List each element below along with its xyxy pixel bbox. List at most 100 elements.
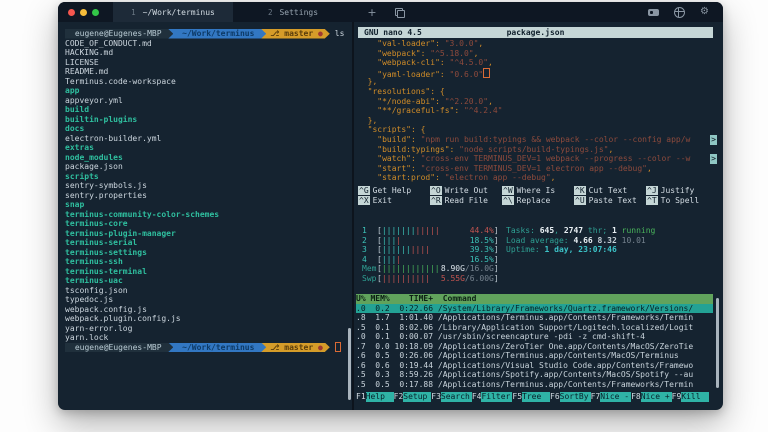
process-row[interactable]: .7 0.0 10:18.09 /Applications/ZeroTier O…: [356, 342, 713, 352]
nano-shortcut: ^GGet Help: [358, 186, 430, 196]
file-entry: terminus-serial: [65, 238, 352, 248]
terminal-split-view: eugene@Eugenes-MBP ~/Work/terminus ⎇ mas…: [58, 22, 723, 410]
tab-label: ~/Work/terminus: [143, 8, 215, 17]
file-entry: app: [65, 86, 352, 96]
gear-icon[interactable]: ⚙: [700, 7, 709, 17]
nano-shortcut: ^XExit: [358, 196, 430, 206]
nano-line: "build": "npm run build:typings && webpa…: [358, 135, 717, 145]
cpu-meter: 1 [||||||||||||44.4%]: [362, 226, 499, 236]
file-entry: terminus-terminal: [65, 267, 352, 277]
right-pane-scrollbar[interactable]: [716, 298, 719, 388]
duplicate-tab-icon[interactable]: [395, 8, 403, 16]
nano-line: "*/node-abi": "^2.20.0",: [358, 97, 717, 107]
file-entry: appveyor.yml: [65, 96, 352, 106]
minimize-button[interactable]: [80, 9, 87, 16]
keyboard-icon[interactable]: [648, 9, 659, 16]
fkey-nice-[interactable]: F7Nice -: [591, 392, 632, 402]
process-row[interactable]: .5 0.1 8:02.06 /Library/Application Supp…: [356, 323, 713, 333]
file-entry: yarn.lock: [65, 333, 352, 343]
file-entry: package.json: [65, 162, 352, 172]
process-table-header[interactable]: U% MEM% TIME+ Command: [356, 294, 713, 304]
swp-meter: Swp[||||||||||5.55G/6.00G]: [362, 274, 499, 284]
terminus-window: 1 ~/Work/terminus 2 Settings + ⚙ eugene@…: [58, 2, 723, 410]
fkey-filter[interactable]: F4Filter: [472, 392, 513, 402]
file-entry: yarn-error.log: [65, 324, 352, 334]
left-terminal-pane[interactable]: eugene@Eugenes-MBP ~/Work/terminus ⎇ mas…: [58, 22, 352, 410]
cpu-meter: 3 [||||||||||39.3%]: [362, 245, 499, 255]
file-entry: webpack.plugin.config.js: [65, 314, 352, 324]
prompt-user-segment: eugene@Eugenes-MBP: [65, 29, 173, 39]
fkey-nice-[interactable]: F8Nice +: [631, 392, 672, 402]
left-terminal-output: eugene@Eugenes-MBP ~/Work/terminus ⎇ mas…: [65, 29, 352, 352]
htop-summary-line: Uptime: 1 day, 23:07:46: [506, 245, 655, 255]
process-row[interactable]: .0 0.1 0:00.07 /usr/sbin/screencapture -…: [356, 332, 713, 342]
file-entry: CODE_OF_CONDUCT.md: [65, 39, 352, 49]
tab-label: Settings: [279, 8, 318, 17]
nano-shortcut: ^\Replace: [502, 196, 574, 206]
file-entry: snap: [65, 200, 352, 210]
nano-shortcut: ^OWrite Out: [430, 186, 502, 196]
tab-settings[interactable]: 2 Settings: [233, 2, 353, 22]
htop-process-table: U% MEM% TIME+ Command.0 0.2 0:22.66 /Sys…: [356, 294, 713, 389]
left-pane-scrollbar[interactable]: [348, 328, 351, 400]
file-entry: terminus-uac: [65, 276, 352, 286]
globe-icon[interactable]: [674, 7, 685, 18]
cpu-meter: 2 [||||18.5%]: [362, 236, 499, 246]
fkey-kill[interactable]: F9Kill: [672, 392, 710, 402]
process-row[interactable]: .8 1.7 1:01.40 /Applications/Terminus.ap…: [356, 313, 713, 323]
nano-shortcut: ^UPaste Text: [574, 196, 646, 206]
process-row-selected[interactable]: .0 0.2 0:22.66 /System/Library/Framework…: [356, 304, 713, 314]
nano-line: },: [358, 77, 717, 87]
text-cursor: [335, 342, 342, 352]
nano-title-bar: package.json GNU nano 4.5: [358, 27, 713, 38]
fkey-help[interactable]: F1Help: [356, 392, 394, 402]
close-button[interactable]: [68, 9, 75, 16]
htop-tasks-summary: Tasks: 645, 2747 thr; 1 runningLoad aver…: [506, 226, 655, 255]
tab-index: 2: [268, 8, 273, 17]
file-entry: scripts: [65, 172, 352, 182]
file-entry: sentry.properties: [65, 191, 352, 201]
nano-shortcut: ^KCut Text: [574, 186, 646, 196]
file-entry: LICENSE: [65, 58, 352, 68]
fkey-search[interactable]: F3Search: [431, 392, 472, 402]
fkey-setup[interactable]: F2Setup: [394, 392, 432, 402]
file-entry: tsconfig.json: [65, 286, 352, 296]
process-row[interactable]: .5 0.5 0:17.88 /Applications/Terminus.ap…: [356, 380, 713, 390]
titlebar-actions: ⚙: [648, 2, 723, 22]
mem-meter: Mem[||||||||||||8.90G/16.0G]: [362, 264, 499, 274]
file-entry: electron-builder.yml: [65, 134, 352, 144]
nano-line: "yaml-loader": "0.6.0": [358, 68, 717, 78]
fkey-sortby[interactable]: F6SortBy: [550, 392, 591, 402]
file-entry: typedoc.js: [65, 295, 352, 305]
htop-cpu-meters: 1 [||||||||||||44.4%]2 [||||18.5%]3 [|||…: [362, 226, 499, 284]
right-terminal-pane[interactable]: package.json GNU nano 4.5 "val-loader": …: [354, 22, 723, 410]
nano-filename: package.json: [358, 28, 713, 38]
process-row[interactable]: .6 0.6 0:19.44 /Applications/Visual Stud…: [356, 361, 713, 371]
nano-line: "webpack": "^5.18.0",: [358, 49, 717, 59]
nano-line: "resolutions": {: [358, 87, 717, 97]
process-row[interactable]: .5 0.3 8:59.26 /Applications/Spotify.app…: [356, 370, 713, 380]
file-entry: terminus-ssh: [65, 257, 352, 267]
new-tab-button[interactable]: +: [359, 2, 385, 22]
tab-work-terminus[interactable]: 1 ~/Work/terminus: [113, 2, 233, 22]
nano-line: "build:typings": "node scripts/build-typ…: [358, 145, 717, 155]
zoom-button[interactable]: [92, 9, 99, 16]
file-entry: HACKING.md: [65, 48, 352, 58]
file-entry: Terminus.code-workspace: [65, 77, 352, 87]
file-entry: extras: [65, 143, 352, 153]
file-entry: build: [65, 105, 352, 115]
nano-shortcut: ^JJustify: [646, 186, 718, 196]
file-entry: README.md: [65, 67, 352, 77]
nano-line: "**/graceful-fs": "^4.2.4": [358, 106, 717, 116]
file-entry: terminus-plugin-manager: [65, 229, 352, 239]
nano-line: "watch": "cross-env TERMINUS_DEV=1 webpa…: [358, 154, 717, 164]
fkey-tree[interactable]: F5Tree: [512, 392, 550, 402]
process-row[interactable]: .6 0.5 0:26.06 /Applications/Terminus.ap…: [356, 351, 713, 361]
nano-editor-text: "val-loader": "3.0.0", "webpack": "^5.18…: [358, 39, 717, 183]
nano-line: "val-loader": "3.0.0",: [358, 39, 717, 49]
nano-line: "start:prod": "electron app --debug",: [358, 173, 717, 183]
shell-prompt: eugene@Eugenes-MBP ~/Work/terminus ⎇ mas…: [65, 29, 352, 39]
htop-summary-line: Tasks: 645, 2747 thr; 1 running: [506, 226, 655, 236]
nano-shortcut-bar: ^GGet Help^OWrite Out^WWhere Is^KCut Tex…: [358, 186, 719, 206]
nano-line: "start": "cross-env TERMINUS_DEV=1 elect…: [358, 164, 717, 174]
